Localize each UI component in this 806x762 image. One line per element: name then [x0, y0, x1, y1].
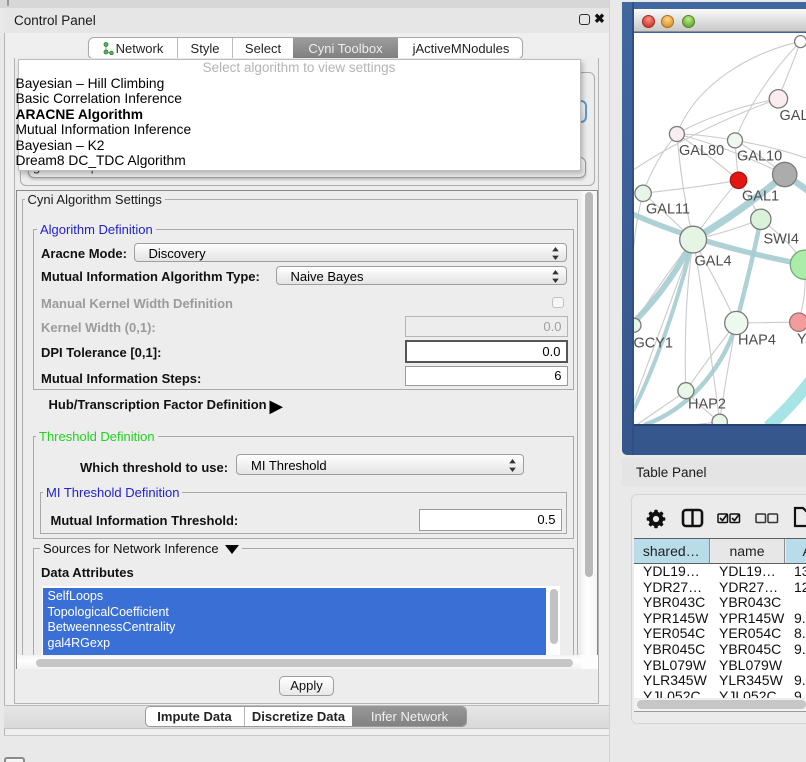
svg-text:Y: Y [797, 332, 806, 348]
svg-text:GCY1: GCY1 [634, 336, 673, 352]
svg-text:SWI4: SWI4 [764, 232, 799, 248]
svg-text:HAP4: HAP4 [738, 333, 776, 349]
svg-text:GAL4: GAL4 [695, 254, 732, 270]
svg-text:GAL7: GAL7 [780, 108, 806, 124]
svg-text:GAL11: GAL11 [646, 202, 690, 218]
svg-text:GAL10: GAL10 [737, 149, 782, 165]
svg-text:HAP2: HAP2 [688, 397, 726, 413]
svg-text:GAL80: GAL80 [679, 143, 724, 159]
svg-text:GAL1: GAL1 [742, 189, 779, 205]
